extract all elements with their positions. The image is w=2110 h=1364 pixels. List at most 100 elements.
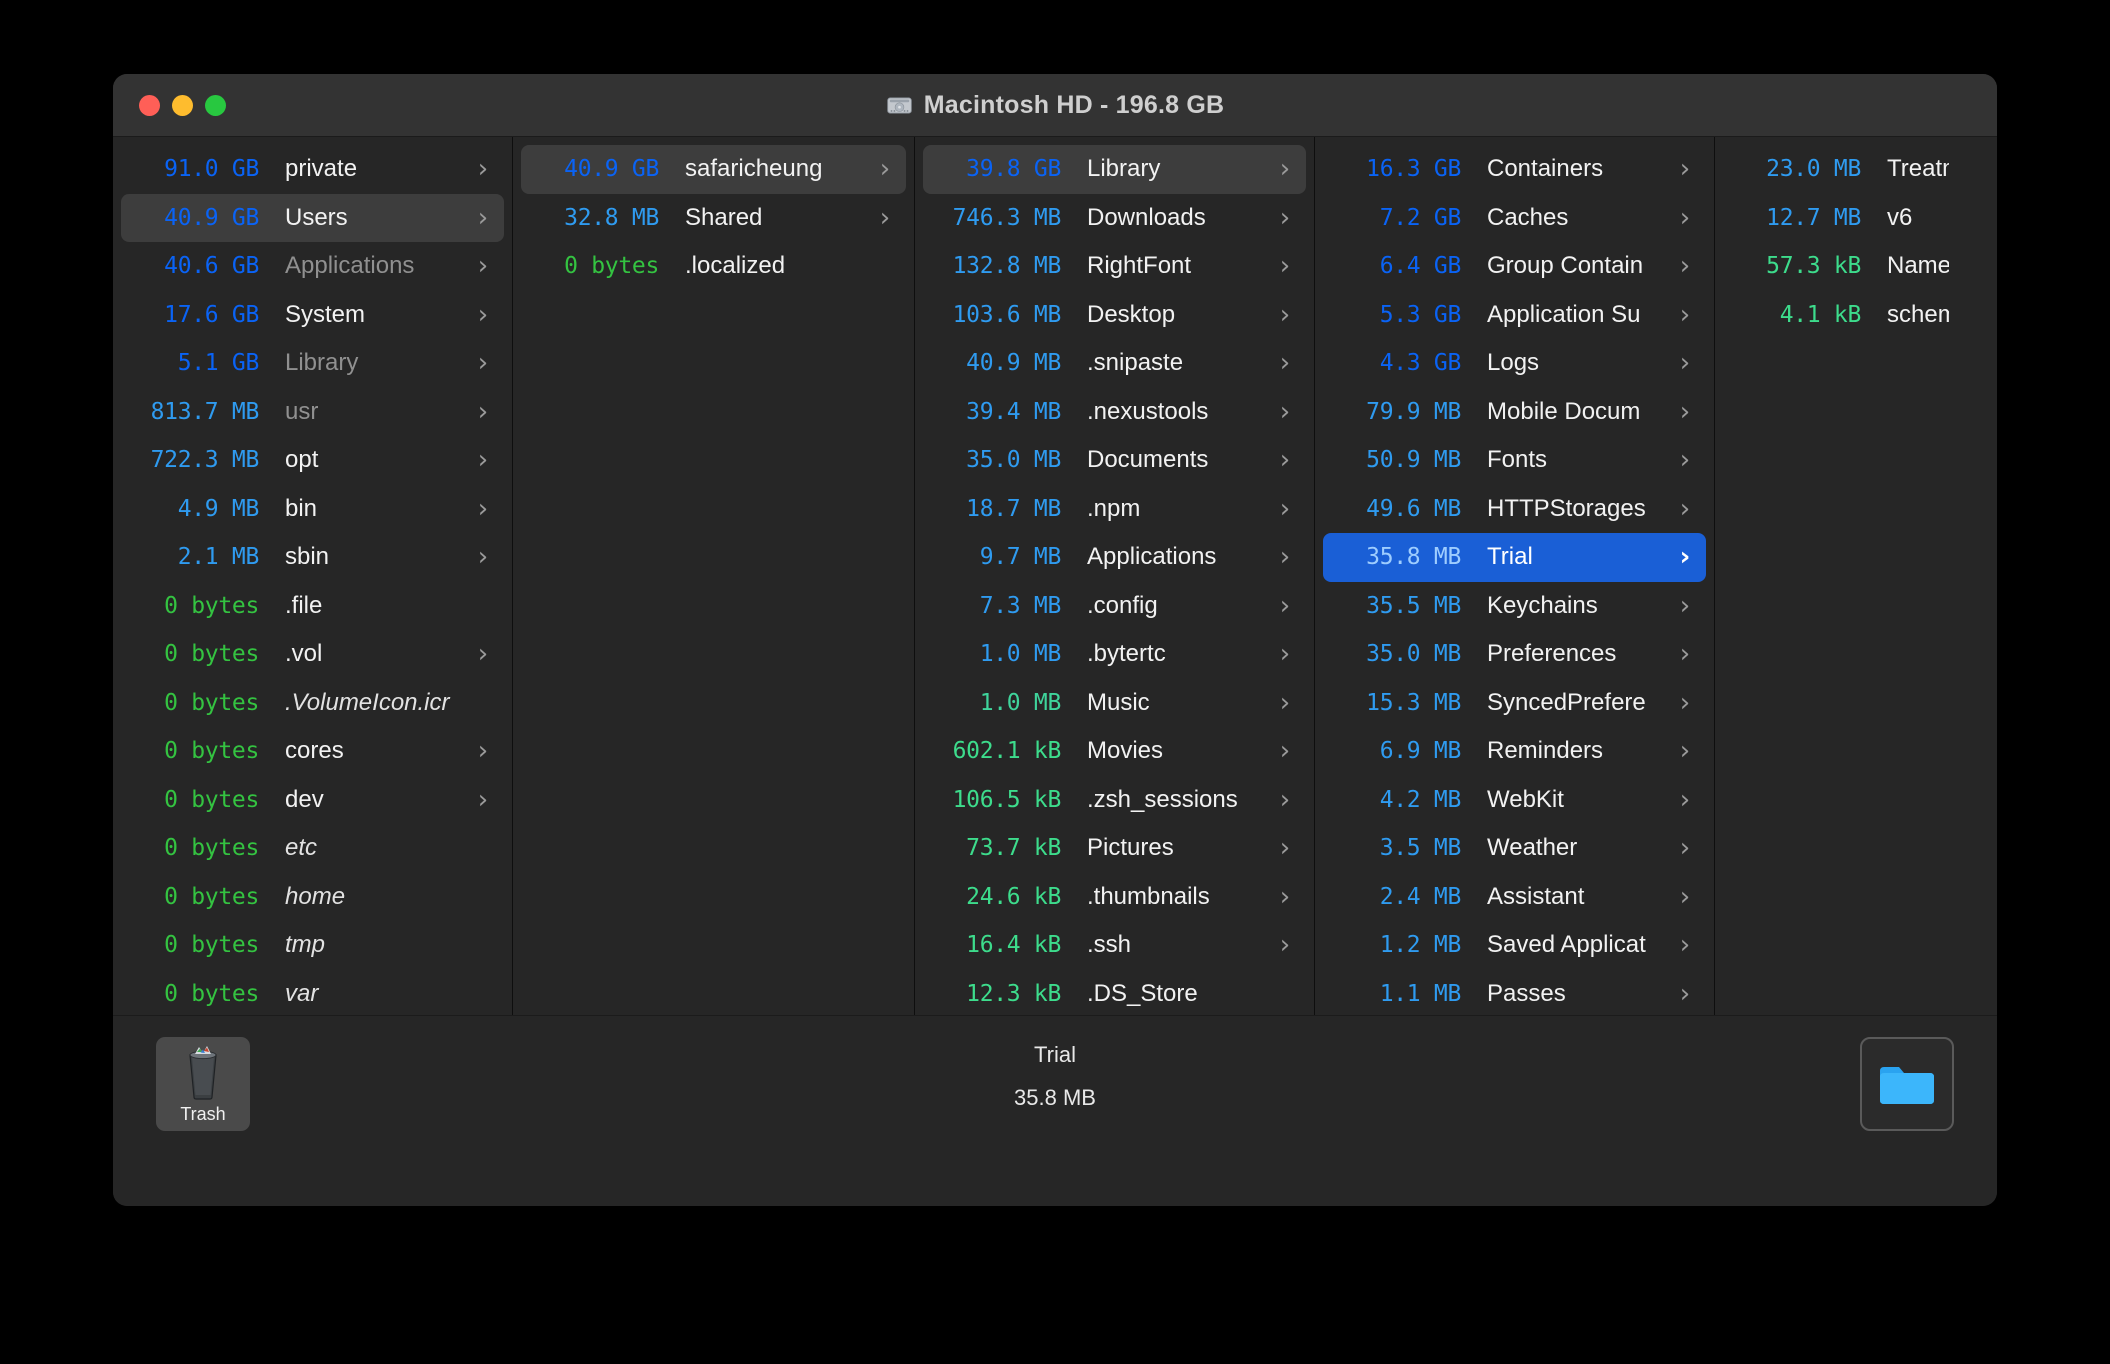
chevron-right-icon[interactable]: › [1276,544,1294,570]
file-row[interactable]: 4.3 GBLogs› [1323,339,1706,388]
file-row[interactable]: 18.7 MB.npm› [923,485,1306,534]
file-row[interactable]: 17.6 GBSystem› [121,291,504,340]
chevron-right-icon[interactable]: › [1676,884,1694,910]
file-row[interactable]: 39.4 MB.nexustools› [923,388,1306,437]
chevron-right-icon[interactable]: › [1676,981,1694,1007]
file-row[interactable]: 0 bytesvar› [121,970,504,1016]
file-row[interactable]: 23.0 MBTreatmen› [1723,145,1989,194]
file-row[interactable]: 6.9 MBReminders› [1323,727,1706,776]
file-row[interactable]: 0 bytes.file› [121,582,504,631]
file-row[interactable]: 0 bytesdev› [121,776,504,825]
chevron-right-icon[interactable]: › [1676,835,1694,861]
file-row[interactable]: 4.1 kBschemaV› [1723,291,1989,340]
chevron-right-icon[interactable]: › [1676,641,1694,667]
file-row[interactable]: 722.3 MBopt› [121,436,504,485]
file-row[interactable]: 35.8 MBTrial› [1323,533,1706,582]
chevron-right-icon[interactable]: › [1276,738,1294,764]
file-row[interactable]: 35.0 MBDocuments› [923,436,1306,485]
chevron-right-icon[interactable]: › [1276,399,1294,425]
file-row[interactable]: 1.0 MBMusic› [923,679,1306,728]
file-row[interactable]: 35.0 MBPreferences› [1323,630,1706,679]
chevron-right-icon[interactable]: › [1676,399,1694,425]
chevron-right-icon[interactable]: › [1676,350,1694,376]
chevron-right-icon[interactable]: › [474,156,492,182]
file-row[interactable]: 12.3 kB.DS_Store› [923,970,1306,1016]
file-row[interactable]: 12.7 MBv6› [1723,194,1989,243]
chevron-right-icon[interactable]: › [1276,787,1294,813]
chevron-right-icon[interactable]: › [474,399,492,425]
file-row[interactable]: 40.6 GBApplications› [121,242,504,291]
chevron-right-icon[interactable]: › [1676,253,1694,279]
file-row[interactable]: 1.0 MB.bytertc› [923,630,1306,679]
chevron-right-icon[interactable]: › [1276,884,1294,910]
chevron-right-icon[interactable]: › [474,544,492,570]
chevron-right-icon[interactable]: › [1676,738,1694,764]
chevron-right-icon[interactable]: › [474,350,492,376]
chevron-right-icon[interactable]: › [1676,544,1694,570]
chevron-right-icon[interactable]: › [474,447,492,473]
file-row[interactable]: 0 bytes.VolumeIcon.icr› [121,679,504,728]
file-row[interactable]: 2.4 MBAssistant› [1323,873,1706,922]
chevron-right-icon[interactable]: › [1676,593,1694,619]
chevron-right-icon[interactable]: › [1676,787,1694,813]
file-row[interactable]: 813.7 MBusr› [121,388,504,437]
file-row[interactable]: 16.4 kB.ssh› [923,921,1306,970]
file-row[interactable]: 57.3 kBNamespa› [1723,242,1989,291]
chevron-right-icon[interactable]: › [1676,156,1694,182]
close-button[interactable] [139,95,160,116]
chevron-right-icon[interactable]: › [1676,447,1694,473]
chevron-right-icon[interactable]: › [1276,496,1294,522]
file-row[interactable]: 16.3 GBContainers› [1323,145,1706,194]
file-row[interactable]: 7.3 MB.config› [923,582,1306,631]
file-row[interactable]: 79.9 MBMobile Docum› [1323,388,1706,437]
maximize-button[interactable] [205,95,226,116]
file-row[interactable]: 40.9 GBUsers› [121,194,504,243]
file-row[interactable]: 132.8 MBRightFont› [923,242,1306,291]
chevron-right-icon[interactable]: › [1276,835,1294,861]
file-row[interactable]: 49.6 MBHTTPStorages› [1323,485,1706,534]
chevron-right-icon[interactable]: › [474,205,492,231]
file-row[interactable]: 7.2 GBCaches› [1323,194,1706,243]
chevron-right-icon[interactable]: › [474,253,492,279]
file-row[interactable]: 602.1 kBMovies› [923,727,1306,776]
chevron-right-icon[interactable]: › [1276,253,1294,279]
chevron-right-icon[interactable]: › [1676,205,1694,231]
file-row[interactable]: 6.4 GBGroup Contain› [1323,242,1706,291]
file-row[interactable]: 50.9 MBFonts› [1323,436,1706,485]
chevron-right-icon[interactable]: › [474,641,492,667]
file-row[interactable]: 3.5 MBWeather› [1323,824,1706,873]
file-row[interactable]: 5.3 GBApplication Su› [1323,291,1706,340]
file-row[interactable]: 103.6 MBDesktop› [923,291,1306,340]
file-row[interactable]: 0 bytes.localized› [521,242,906,291]
file-row[interactable]: 73.7 kBPictures› [923,824,1306,873]
chevron-right-icon[interactable]: › [474,496,492,522]
chevron-right-icon[interactable]: › [474,738,492,764]
chevron-right-icon[interactable]: › [1276,593,1294,619]
file-row[interactable]: 0 bytesetc› [121,824,504,873]
file-row[interactable]: 1.2 MBSaved Applicat› [1323,921,1706,970]
file-row[interactable]: 746.3 MBDownloads› [923,194,1306,243]
file-row[interactable]: 15.3 MBSyncedPrefere› [1323,679,1706,728]
chevron-right-icon[interactable]: › [1676,932,1694,958]
file-row[interactable]: 1.1 MBPasses› [1323,970,1706,1016]
chevron-right-icon[interactable]: › [1676,496,1694,522]
chevron-right-icon[interactable]: › [1276,932,1294,958]
file-row[interactable]: 0 bytes.vol› [121,630,504,679]
file-row[interactable]: 0 bytescores› [121,727,504,776]
chevron-right-icon[interactable]: › [1276,350,1294,376]
file-row[interactable]: 91.0 GBprivate› [121,145,504,194]
minimize-button[interactable] [172,95,193,116]
chevron-right-icon[interactable]: › [1276,447,1294,473]
file-row[interactable]: 39.8 GBLibrary› [923,145,1306,194]
chevron-right-icon[interactable]: › [1276,205,1294,231]
chevron-right-icon[interactable]: › [1676,302,1694,328]
file-row[interactable]: 0 byteshome› [121,873,504,922]
chevron-right-icon[interactable]: › [1276,302,1294,328]
file-row[interactable]: 4.2 MBWebKit› [1323,776,1706,825]
file-row[interactable]: 32.8 MBShared› [521,194,906,243]
file-row[interactable]: 5.1 GBLibrary› [121,339,504,388]
reveal-in-finder-button[interactable] [1860,1037,1954,1131]
file-row[interactable]: 40.9 MB.snipaste› [923,339,1306,388]
chevron-right-icon[interactable]: › [1276,156,1294,182]
chevron-right-icon[interactable]: › [876,205,894,231]
